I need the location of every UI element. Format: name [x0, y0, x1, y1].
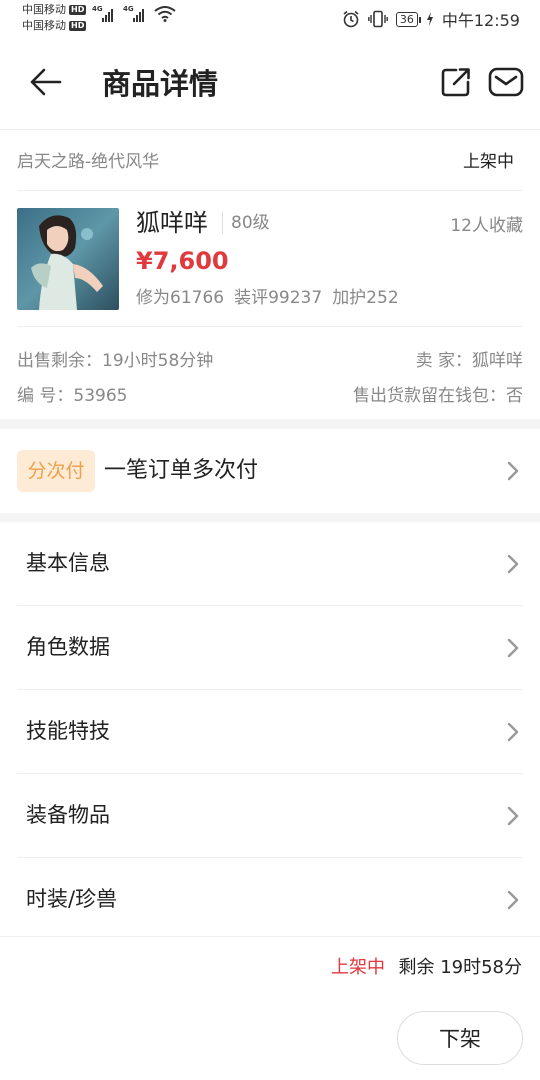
menu-item-label: 时装/珍兽 [26, 887, 118, 911]
chevron-right-icon [507, 554, 519, 574]
section-gap [0, 419, 540, 429]
mail-icon[interactable] [488, 66, 524, 98]
price-label: ¥7,600 [136, 247, 229, 275]
installment-text: 一笔订单多次付 [104, 458, 259, 483]
game-server-label: 启天之路-绝代风华 [17, 152, 160, 172]
menu-item-label: 技能特技 [26, 719, 110, 743]
character-name: 狐咩咩 [136, 209, 208, 237]
menu-item-skills[interactable]: 技能特技 [0, 690, 540, 774]
wifi-icon [154, 6, 176, 22]
status-right: 36 中午12:59 [342, 7, 520, 31]
alarm-icon [343, 10, 359, 28]
menu-item-character-data[interactable]: 角色数据 [0, 606, 540, 690]
signal-icon-1: 4G [92, 5, 113, 22]
serial-number-label: 编 号：53965 [17, 386, 128, 406]
remaining-time-label: 剩余 19时58分 [398, 957, 522, 978]
section-gap [0, 513, 540, 522]
installment-row[interactable]: 分次付 一笔订单多次付 [0, 429, 540, 513]
bottom-action-bar: 上架中 剩余 19时58分 下架 [0, 936, 540, 1080]
menu-item-equipment[interactable]: 装备物品 [0, 774, 540, 858]
equip-score-stat: 装评99237 [234, 288, 323, 308]
delist-button[interactable]: 下架 [397, 1011, 523, 1065]
charging-icon [426, 12, 433, 26]
divider [17, 190, 523, 191]
character-stats: 修为61766 装评99237 加护252 [136, 283, 399, 308]
chevron-right-icon [507, 890, 519, 910]
carrier-2-label: 中国移动 [22, 19, 66, 32]
network-type-2: 4G [123, 5, 134, 13]
character-level: 80级 [222, 212, 270, 234]
chevron-right-icon [507, 806, 519, 826]
hd-badge-2: HD [69, 21, 87, 31]
menu-item-label: 基本信息 [26, 551, 110, 575]
product-card: 启天之路-绝代风华 上架中 狐咩咩 80级 12人收藏 ¥7,600 修为617… [0, 131, 540, 419]
chevron-right-icon [507, 638, 519, 658]
time-left-label: 出售剩余：19小时58分钟 [17, 351, 214, 371]
signal-indicators: 4G 4G [92, 5, 176, 22]
wallet-note-label: 售出货款留在钱包：否 [353, 386, 523, 406]
external-link-icon[interactable] [440, 66, 472, 98]
menu-item-label: 装备物品 [26, 803, 110, 827]
clock-time: 中午12:59 [441, 11, 520, 30]
menu-item-basic-info[interactable]: 基本信息 [0, 522, 540, 606]
installment-tag: 分次付 [17, 450, 95, 492]
listing-status-label: 上架中 [463, 152, 514, 172]
status-bar: 中国移动 HD 中国移动 HD 4G 4G 36 中午12:59 [0, 0, 540, 36]
vibrate-icon [367, 10, 388, 28]
carrier-info: 中国移动 HD 中国移动 HD [22, 2, 87, 34]
cultivation-stat: 修为61766 [136, 288, 225, 308]
signal-icon-2: 4G [123, 5, 144, 22]
network-type-1: 4G [92, 5, 103, 13]
arrow-left-icon[interactable] [28, 64, 64, 100]
character-avatar[interactable] [17, 208, 119, 310]
page-title: 商品详情 [102, 67, 219, 101]
menu-item-fashion-pets[interactable]: 时装/珍兽 [0, 858, 540, 938]
chevron-right-icon [507, 722, 519, 742]
bottom-status-label: 上架中 [331, 957, 385, 978]
divider [17, 326, 523, 327]
seller-label: 卖 家：狐咩咩 [415, 351, 523, 371]
detail-menu-list: 基本信息 角色数据 技能特技 装备物品 时装/珍兽 [0, 522, 540, 938]
carrier-1-label: 中国移动 [22, 3, 66, 16]
hd-badge-1: HD [69, 5, 87, 15]
menu-item-label: 角色数据 [26, 635, 110, 659]
info-row-serial-wallet: 编 号：53965 售出货款留在钱包：否 [17, 381, 523, 406]
chevron-right-icon [507, 461, 519, 481]
info-row-time-seller: 出售剩余：19小时58分钟 卖 家：狐咩咩 [17, 346, 523, 371]
navigation-bar: 商品详情 [0, 36, 540, 130]
battery-icon: 36 [395, 11, 421, 27]
protection-stat: 加护252 [332, 288, 399, 308]
favorites-count: 12人收藏 [450, 216, 523, 236]
